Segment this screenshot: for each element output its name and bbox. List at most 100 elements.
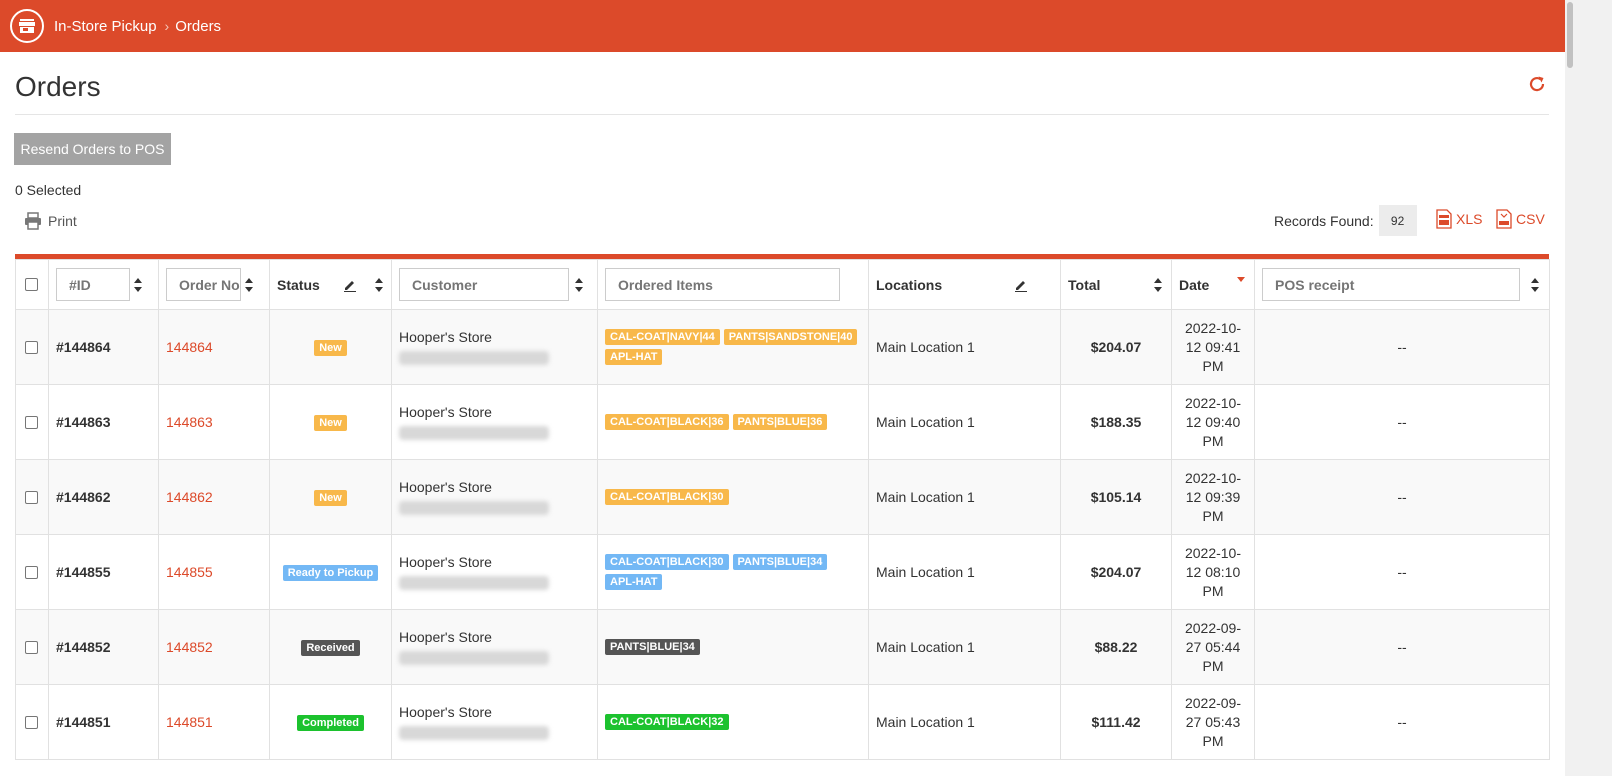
csv-label: CSV [1516, 211, 1545, 227]
table-row[interactable]: #144864 144864 New Hooper's Store CAL-COAT|N… [15, 309, 1550, 385]
id-filter-input[interactable] [56, 268, 130, 301]
resend-orders-button[interactable]: Resend Orders to POS [14, 133, 171, 165]
ordered-items-filter-input[interactable] [605, 268, 840, 301]
order-number-link[interactable]: 144863 [158, 384, 270, 460]
customer-email-redacted [399, 501, 549, 515]
breadcrumb-in-store-pickup[interactable]: In-Store Pickup [54, 18, 157, 35]
ordered-item-tag: PANTS|BLUE|34 [605, 639, 700, 655]
ordered-items-cell: CAL-COAT|BLACK|30 PANTS|BLUE|34 APL-HAT [597, 534, 869, 610]
header-pos-receipt [1254, 259, 1550, 310]
order-id: #144864 [48, 309, 159, 385]
refresh-icon[interactable] [1527, 74, 1547, 94]
table-row[interactable]: #144855 144855 Ready to Pickup Hooper's Sto… [15, 534, 1550, 610]
header-customer [391, 259, 598, 310]
order-id: #144852 [48, 609, 159, 685]
order-number-link[interactable]: 144862 [158, 459, 270, 535]
header-status: Status [269, 259, 392, 310]
header-ordered-items [597, 259, 869, 310]
ordered-item-tag: CAL-COAT|NAVY|44 [605, 329, 720, 345]
breadcrumb-orders: Orders [175, 17, 222, 35]
sort-icon[interactable] [574, 277, 584, 293]
row-checkbox[interactable] [25, 565, 38, 579]
total-cell: $188.35 [1060, 384, 1172, 460]
row-checkbox[interactable] [25, 640, 38, 654]
customer-email-redacted [399, 576, 549, 590]
page-scrollbar[interactable] [1565, 0, 1612, 776]
date-line: 12 09:41 [1185, 338, 1241, 355]
date-cell: 2022-10- 12 09:39 PM [1171, 459, 1255, 535]
order-no-filter-input[interactable] [166, 268, 241, 301]
order-number-link[interactable]: 144851 [158, 684, 270, 760]
pos-receipt-filter-input[interactable] [1262, 268, 1520, 301]
sort-icon[interactable] [1530, 277, 1540, 293]
row-select-cell [15, 684, 49, 760]
order-number-link[interactable]: 144852 [158, 609, 270, 685]
ordered-item-tag: CAL-COAT|BLACK|32 [605, 714, 729, 730]
date-line: PM [1202, 507, 1224, 524]
select-all-checkbox[interactable] [25, 278, 38, 291]
ordered-item-tag: PANTS|SANDSTONE|40 [723, 329, 858, 345]
row-checkbox[interactable] [25, 715, 38, 729]
date-line: 12 09:39 [1185, 488, 1241, 505]
order-number-link[interactable]: 144855 [158, 534, 270, 610]
page-title: Orders [15, 71, 101, 102]
order-number-link[interactable]: 144864 [158, 309, 270, 385]
export-csv-button[interactable]: CSV [1496, 209, 1545, 229]
customer-name: Hooper's Store [399, 554, 492, 570]
date-line: 2022-10- [1184, 394, 1242, 411]
header-id [48, 259, 159, 310]
table-row[interactable]: #144851 144851 Completed Hooper's Store CAL-… [15, 684, 1550, 760]
customer-cell: Hooper's Store [391, 609, 598, 685]
sort-icon[interactable] [133, 277, 143, 293]
edit-icon[interactable] [343, 278, 357, 292]
customer-cell: Hooper's Store [391, 384, 598, 460]
total-cell: $88.22 [1060, 609, 1172, 685]
edit-icon[interactable] [1014, 278, 1028, 292]
status-cell: New [269, 459, 392, 535]
row-select-cell [15, 534, 49, 610]
date-cell: 2022-10- 12 09:40 PM [1171, 384, 1255, 460]
date-cell: 2022-10- 12 08:10 PM [1171, 534, 1255, 610]
table-row[interactable]: #144852 144852 Received Hooper's Store PANTS… [15, 609, 1550, 685]
pos-receipt-cell: -- [1254, 684, 1550, 760]
customer-email-redacted [399, 726, 549, 740]
date-line: 2022-10- [1184, 319, 1242, 336]
ordered-item-tag: CAL-COAT|BLACK|36 [605, 414, 729, 430]
sort-desc-icon[interactable] [1236, 276, 1246, 284]
row-checkbox[interactable] [25, 490, 38, 504]
export-xls-button[interactable]: XLS [1436, 209, 1482, 229]
date-line: 12 08:10 [1185, 563, 1241, 580]
row-select-cell [15, 459, 49, 535]
customer-email-redacted [399, 651, 549, 665]
sort-icon[interactable] [244, 277, 254, 293]
status-cell: New [269, 309, 392, 385]
ordered-items-cell: CAL-COAT|BLACK|32 [597, 684, 869, 760]
status-cell: Ready to Pickup [269, 534, 392, 610]
ordered-item-tag: APL-HAT [605, 349, 663, 365]
table-row[interactable]: #144863 144863 New Hooper's Store CAL-COAT|B… [15, 384, 1550, 460]
status-badge: Received [301, 640, 360, 656]
pos-receipt-cell: -- [1254, 384, 1550, 460]
title-divider [15, 114, 1549, 115]
locations-header-label: Locations [876, 276, 943, 293]
top-bar: In-Store Pickup › Orders [0, 0, 1565, 52]
date-line: 2022-09- [1184, 619, 1242, 636]
status-cell: Received [269, 609, 392, 685]
row-checkbox[interactable] [25, 415, 38, 429]
date-line: PM [1202, 357, 1224, 374]
order-id: #144863 [48, 384, 159, 460]
scrollbar-thumb[interactable] [1567, 2, 1573, 68]
status-badge: Ready to Pickup [282, 565, 379, 581]
location-cell: Main Location 1 [868, 459, 1061, 535]
print-button[interactable]: Print [24, 212, 77, 230]
row-checkbox[interactable] [25, 340, 38, 354]
customer-filter-input[interactable] [399, 268, 569, 301]
sort-icon[interactable] [1153, 277, 1163, 293]
chevron-right-icon: › [164, 18, 170, 34]
order-id: #144855 [48, 534, 159, 610]
sort-icon[interactable] [374, 277, 384, 293]
store-icon[interactable] [10, 9, 44, 43]
pos-receipt-cell: -- [1254, 459, 1550, 535]
table-row[interactable]: #144862 144862 New Hooper's Store CAL-COAT|B… [15, 459, 1550, 535]
status-badge: Completed [297, 715, 364, 731]
